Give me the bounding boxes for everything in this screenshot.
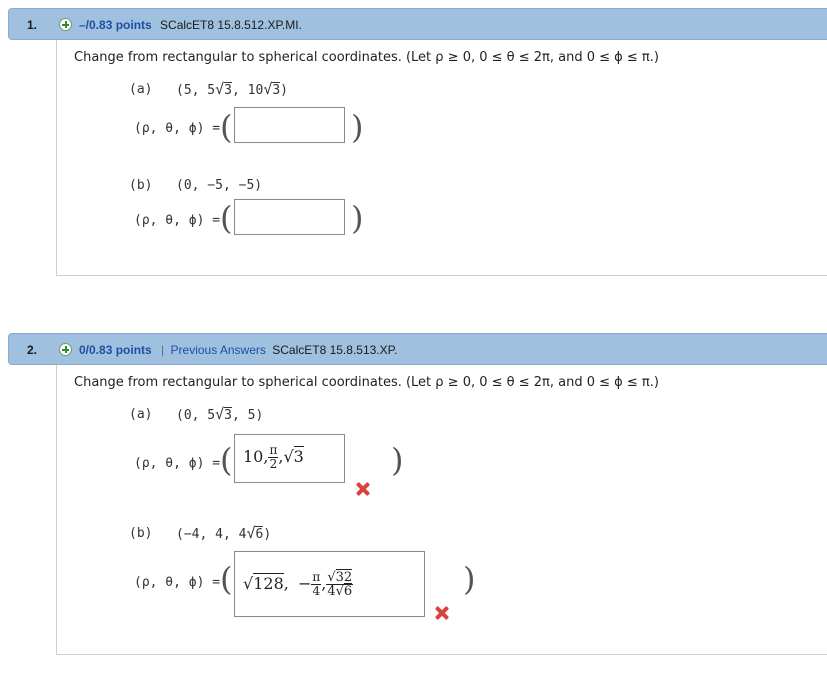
expand-plus-icon[interactable] — [59, 343, 72, 356]
spherical-eq-label: (ρ, θ, ϕ) = — [134, 575, 221, 590]
question-2-body: Change from rectangular to spherical coo… — [56, 365, 827, 655]
given-point: (−4, 4, 4√6) — [176, 524, 272, 542]
incorrect-x-icon — [356, 482, 370, 496]
right-paren: ) — [351, 199, 364, 237]
source-label: SCalcET8 15.8.512.XP.MI. — [160, 18, 302, 32]
expand-plus-icon[interactable] — [59, 18, 72, 31]
part-label: (b) — [129, 526, 153, 541]
part-label: (a) — [129, 82, 153, 97]
part-label: (a) — [129, 407, 153, 422]
right-paren: ) — [463, 560, 476, 598]
right-paren: ) — [351, 108, 364, 146]
points-label: –/0.83 points SCalcET8 15.8.512.XP.MI. — [79, 18, 302, 32]
left-paren: ( — [220, 560, 233, 598]
right-paren: ) — [391, 441, 404, 479]
answer-input[interactable]: 10, π 2 ,√3 — [234, 434, 345, 483]
previous-answers-link[interactable]: Previous Answers — [171, 343, 266, 357]
incorrect-x-icon — [435, 606, 449, 620]
separator: | — [161, 343, 165, 357]
left-paren: ( — [220, 199, 233, 237]
source-label: SCalcET8 15.8.513.XP. — [272, 343, 398, 357]
question-1-header: 1. –/0.83 points SCalcET8 15.8.512.XP.MI… — [8, 8, 827, 40]
points-label: 0/0.83 points | Previous Answers SCalcET… — [79, 343, 398, 357]
spherical-eq-label: (ρ, θ, ϕ) = — [134, 213, 221, 228]
given-point: (0, −5, −5) — [176, 178, 263, 193]
question-prompt: Change from rectangular to spherical coo… — [74, 375, 659, 390]
given-point: (0, 5√3, 5) — [176, 405, 264, 423]
answer-input[interactable] — [234, 199, 345, 235]
question-1-body: Change from rectangular to spherical coo… — [56, 40, 827, 276]
spherical-eq-label: (ρ, θ, ϕ) = — [134, 456, 221, 471]
left-paren: ( — [220, 441, 233, 479]
answer-input[interactable]: √128, − π 4, √32 4√6 — [234, 551, 425, 617]
part-label: (b) — [129, 178, 153, 193]
spherical-eq-label: (ρ, θ, ϕ) = — [134, 121, 221, 136]
question-number: 1. — [27, 18, 38, 32]
question-prompt: Change from rectangular to spherical coo… — [74, 50, 659, 65]
question-2-header: 2. 0/0.83 points | Previous Answers SCal… — [8, 333, 827, 365]
question-number: 2. — [27, 343, 38, 357]
left-paren: ( — [220, 108, 233, 146]
answer-input[interactable] — [234, 107, 345, 143]
given-point: (5, 5√3, 10√3) — [176, 80, 288, 98]
